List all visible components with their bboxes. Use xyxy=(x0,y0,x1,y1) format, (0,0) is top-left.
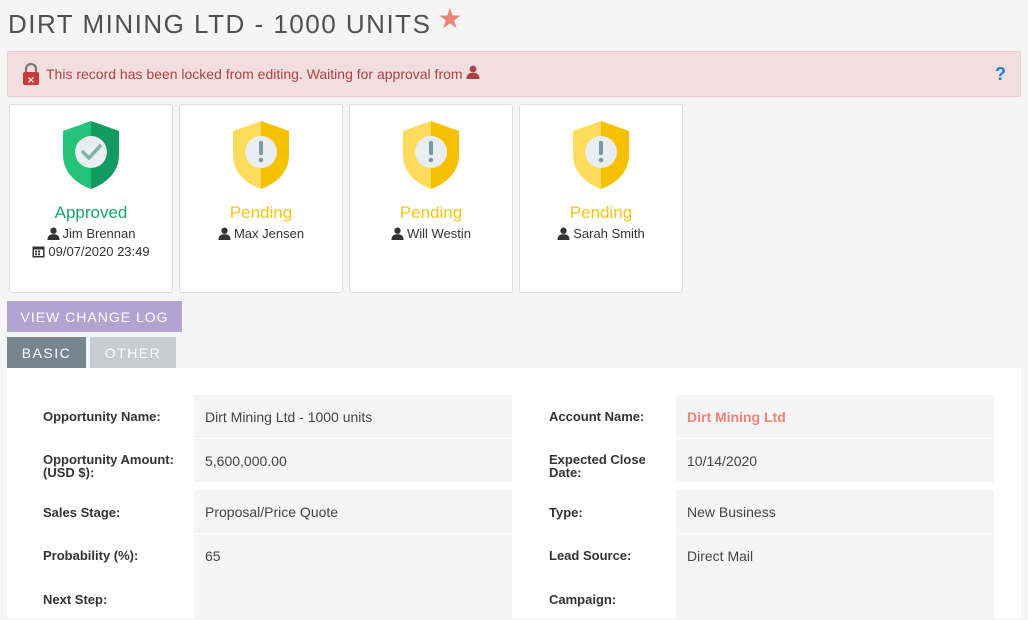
approval-status: Approved xyxy=(54,203,128,222)
alert-message: This record has been locked from editing… xyxy=(46,66,463,82)
svg-text:×: × xyxy=(27,75,35,86)
tab-basic[interactable]: BASIC xyxy=(7,337,86,368)
user-icon xyxy=(391,227,404,240)
probability-value: 65 xyxy=(194,534,512,577)
expected-close-value: 10/14/2020 xyxy=(676,439,994,482)
user-icon xyxy=(218,227,231,240)
sales-stage-value: Proposal/Price Quote xyxy=(194,490,512,533)
approver-name: Sarah Smith xyxy=(573,226,645,241)
campaign-label: Campaign: xyxy=(549,592,617,607)
approval-card: Approved Jim Brennan 09/07/2020 23:49 xyxy=(9,104,173,293)
approver-name: Will Westin xyxy=(406,226,472,241)
lock-icon: × xyxy=(22,62,40,86)
tab-other[interactable]: OTHER xyxy=(90,337,176,368)
type-value: New Business xyxy=(676,490,994,533)
account-name-link[interactable]: Dirt Mining Ltd xyxy=(676,395,994,438)
title-row: DIRT MINING LTD - 1000 UNITS ★ xyxy=(8,2,463,44)
opportunity-name-value: Dirt Mining Ltd - 1000 units xyxy=(194,395,512,438)
approval-date-text: 09/07/2020 23:49 xyxy=(48,244,150,259)
user-icon xyxy=(466,65,480,84)
next-step-label: Next Step: xyxy=(43,592,108,607)
locked-alert: × This record has been locked from editi… xyxy=(7,51,1021,97)
approver-name: Max Jensen xyxy=(233,226,305,241)
account-name-label: Account Name: xyxy=(549,409,645,424)
approval-cards: Approved Jim Brennan 09/07/2020 23:49 Pe… xyxy=(9,104,683,293)
opportunity-amount-label-currency: (USD $): xyxy=(43,465,95,480)
shield-exclamation-icon xyxy=(573,121,629,189)
approval-card: Pending Max Jensen xyxy=(179,104,343,293)
approval-card: Pending Will Westin xyxy=(349,104,513,293)
probability-label: Probability (%): xyxy=(43,548,139,563)
view-change-log-button[interactable]: VIEW CHANGE LOG xyxy=(7,301,182,332)
approver: Will Westin xyxy=(391,226,471,241)
opportunity-amount-value: 5,600,000.00 xyxy=(194,439,512,482)
user-icon xyxy=(557,227,570,240)
detail-tabs: BASIC OTHER xyxy=(7,337,176,368)
opportunity-name-label: Opportunity Name: xyxy=(43,409,161,424)
approver: Sarah Smith xyxy=(557,226,645,241)
help-icon[interactable]: ? xyxy=(995,64,1006,85)
approval-status: Pending xyxy=(569,203,633,222)
lead-source-label: Lead Source: xyxy=(549,548,632,563)
page-title: DIRT MINING LTD - 1000 UNITS xyxy=(8,8,432,39)
approver-name: Jim Brennan xyxy=(62,226,136,241)
star-icon[interactable]: ★ xyxy=(437,2,462,35)
expected-close-label-date: Date: xyxy=(549,465,582,480)
approval-status: Pending xyxy=(399,203,463,222)
shield-exclamation-icon xyxy=(233,121,289,189)
calendar-icon xyxy=(32,246,45,258)
lead-source-value: Direct Mail xyxy=(676,534,994,577)
approver: Jim Brennan xyxy=(46,226,136,241)
approval-card: Pending Sarah Smith xyxy=(519,104,683,293)
shield-exclamation-icon xyxy=(403,121,459,189)
approval-date: 09/07/2020 23:49 xyxy=(32,244,150,259)
approval-status: Pending xyxy=(229,203,293,222)
approver: Max Jensen xyxy=(218,226,304,241)
sales-stage-label: Sales Stage: xyxy=(43,505,121,520)
detail-panel: Opportunity Name: Dirt Mining Ltd - 1000… xyxy=(7,368,1021,620)
type-label: Type: xyxy=(549,505,583,520)
user-icon xyxy=(46,227,60,240)
shield-check-icon xyxy=(63,121,119,189)
